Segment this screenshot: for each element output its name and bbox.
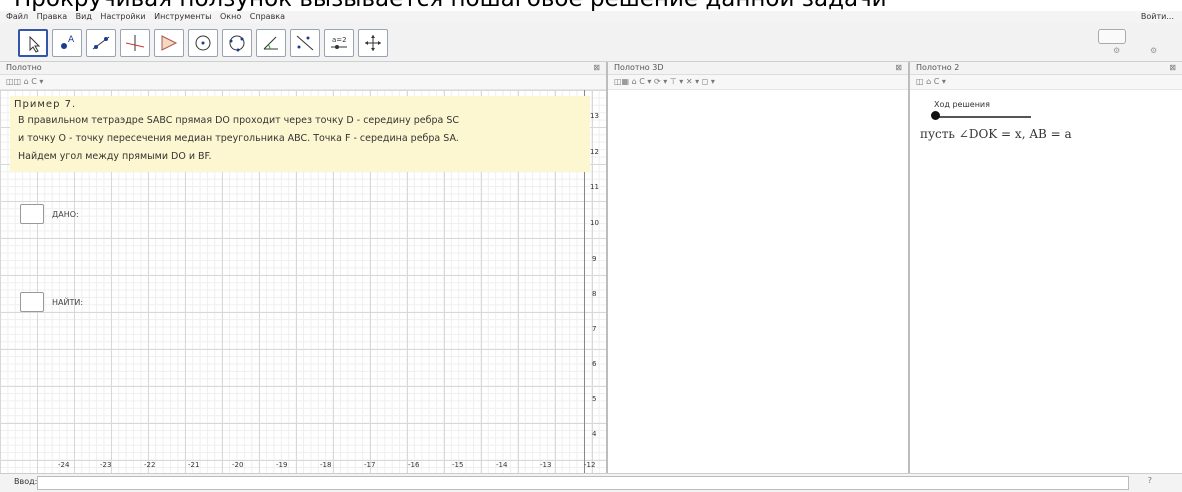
menu-view[interactable]: Вид: [76, 12, 92, 21]
reflect-tool-button[interactable]: [290, 29, 320, 57]
angle-tool-button[interactable]: [256, 29, 286, 57]
x-tick-label: -18: [320, 461, 332, 469]
menu-bar: Файл Правка Вид Настройки Инструменты Ок…: [0, 11, 1182, 23]
close-icon[interactable]: ⊠: [1169, 62, 1176, 74]
solution-slider-track[interactable]: [935, 116, 1031, 118]
perpendicular-tool-button[interactable]: [120, 29, 150, 57]
find-checkbox[interactable]: [20, 292, 44, 312]
x-tick-label: -22: [144, 461, 156, 469]
close-icon[interactable]: ⊠: [593, 62, 600, 74]
drawing2-style-icons[interactable]: ◫ ⌂ C ▾: [916, 77, 946, 86]
view3d-style-bar: ◫▦ ⌂ C ▾ ⟳ ▾ ⊤ ▾ ✕ ▾ ◻ ▾: [608, 75, 908, 90]
settings-small-icon[interactable]: ⚙: [1150, 46, 1158, 55]
circle-icon: [195, 35, 211, 51]
problem-line-2: и точку O - точку пересечения медиан тре…: [18, 133, 459, 144]
given-checkbox[interactable]: [20, 204, 44, 224]
slider-tool-button[interactable]: a=2: [324, 29, 354, 57]
x-tick-label: -23: [100, 461, 112, 469]
drawing-panel-header: Полотно ⊠: [0, 62, 606, 75]
reflect-icon: [296, 35, 314, 51]
y-tick-label: 5: [592, 395, 597, 403]
slider-icon: a=2: [331, 36, 347, 49]
y-tick-label: 6: [592, 360, 597, 368]
y-tick-label: 10: [590, 219, 599, 227]
x-tick-label: -16: [408, 461, 420, 469]
gear-icon[interactable]: ⚙: [1113, 46, 1121, 55]
y-tick-label: 13: [590, 112, 599, 120]
drawing2-panel-title: Полотно 2: [916, 63, 960, 72]
input-bar: Ввод: ?: [0, 473, 1182, 492]
drawing2-panel-header: Полотно 2 ⊠: [910, 62, 1182, 75]
find-label: НАЙТИ:: [52, 298, 84, 307]
x-tick-label: -12: [584, 461, 596, 469]
y-tick-label: 9: [592, 255, 597, 263]
move-view-tool-button[interactable]: [358, 29, 388, 57]
circle-through-points-button[interactable]: [222, 29, 252, 57]
y-tick-label: 12: [590, 148, 599, 156]
login-link[interactable]: Войти...: [1141, 11, 1174, 23]
y-tick-label: 4: [592, 430, 597, 438]
input-label: Ввод:: [14, 477, 38, 486]
point-icon: A: [61, 35, 75, 49]
move-tool-button[interactable]: [18, 29, 48, 57]
y-tick-label: 11: [590, 183, 599, 191]
circle-tool-button[interactable]: [188, 29, 218, 57]
menu-window[interactable]: Окно: [220, 12, 241, 21]
view3d-panel-header: Полотно 3D ⊠: [608, 62, 908, 75]
solution-slider-label: Ход решения: [934, 100, 990, 109]
menu-edit[interactable]: Правка: [37, 12, 67, 21]
menu-settings[interactable]: Настройки: [100, 12, 145, 21]
x-tick-label: -15: [452, 461, 464, 469]
polygon-icon: [161, 35, 178, 51]
example-title: Пример 7.: [14, 99, 77, 110]
line-icon: [92, 36, 110, 50]
line-tool-button[interactable]: [86, 29, 116, 57]
svg-text:a=2: a=2: [332, 36, 347, 44]
problem-line-3: Найдем угол между прямыми DO и BF.: [18, 151, 212, 162]
undo-button[interactable]: [1098, 29, 1126, 44]
x-tick-label: -14: [496, 461, 508, 469]
x-tick-label: -17: [364, 461, 376, 469]
drawing2-panel: Полотно 2 ⊠ ◫ ⌂ C ▾: [910, 62, 1182, 473]
x-tick-label: -21: [188, 461, 200, 469]
problem-line-1: В правильном тетраэдре SABC прямая DO пр…: [18, 115, 460, 126]
drawing-panel-title: Полотно: [6, 63, 42, 72]
circle-points-icon: [229, 35, 245, 52]
perpendicular-icon: [125, 35, 145, 51]
x-tick-label: -24: [58, 461, 70, 469]
formula-text: пусть ∠DOK = x, AB = a: [920, 127, 1072, 141]
drawing-style-bar: ◫◫ ⌂ C ▾: [0, 75, 606, 90]
x-tick-label: -13: [540, 461, 552, 469]
angle-icon: [263, 36, 278, 50]
svg-text:A: A: [68, 35, 75, 45]
menu-tools[interactable]: Инструменты: [154, 12, 211, 21]
close-icon[interactable]: ⊠: [895, 62, 902, 74]
problem-textbox: Пример 7. В правильном тетраэдре SABC пр…: [10, 96, 590, 172]
view3d-panel: Полотно 3D ⊠ ◫▦ ⌂ C ▾ ⟳ ▾ ⊤ ▾ ✕ ▾ ◻ ▾: [608, 62, 908, 473]
menu-help[interactable]: Справка: [250, 12, 285, 21]
polygon-tool-button[interactable]: [154, 29, 184, 57]
point-tool-button[interactable]: A: [52, 29, 82, 57]
view3d-style-icons[interactable]: ◫▦ ⌂ C ▾ ⟳ ▾ ⊤ ▾ ✕ ▾ ◻ ▾: [614, 77, 715, 86]
solution-slider-knob[interactable]: [931, 111, 940, 120]
move-arrows-icon: [365, 35, 381, 51]
input-field[interactable]: [37, 476, 1129, 490]
help-icon[interactable]: ?: [1148, 476, 1152, 485]
toolbar: A a=2 ⚙ ⚙: [0, 23, 1182, 62]
view3d-panel-title: Полотно 3D: [614, 63, 664, 72]
given-label: ДАНО:: [52, 210, 79, 219]
y-tick-label: 7: [592, 325, 597, 333]
x-tick-label: -20: [232, 461, 244, 469]
style-toggle-icon[interactable]: ◫◫ ⌂ C ▾: [6, 77, 43, 86]
cursor-icon: [29, 35, 41, 53]
y-tick-label: 8: [592, 290, 597, 298]
drawing2-style-bar: ◫ ⌂ C ▾: [910, 75, 1182, 90]
x-tick-label: -19: [276, 461, 288, 469]
menu-file[interactable]: Файл: [6, 12, 28, 21]
redo-button[interactable]: [1131, 29, 1155, 42]
